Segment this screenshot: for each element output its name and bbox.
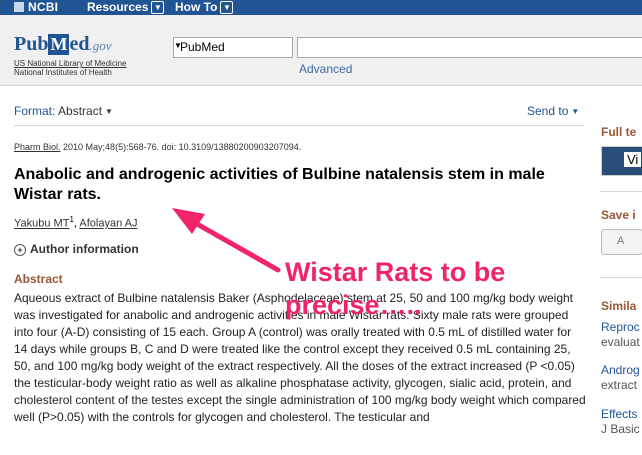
annotation-line-2: precise….. [285,290,422,320]
annotation-callout: Wistar Rats to be precise….. [285,256,585,322]
annotation-arrow-icon [172,208,281,273]
annotation-line-1: Wistar Rats to be [285,257,506,287]
